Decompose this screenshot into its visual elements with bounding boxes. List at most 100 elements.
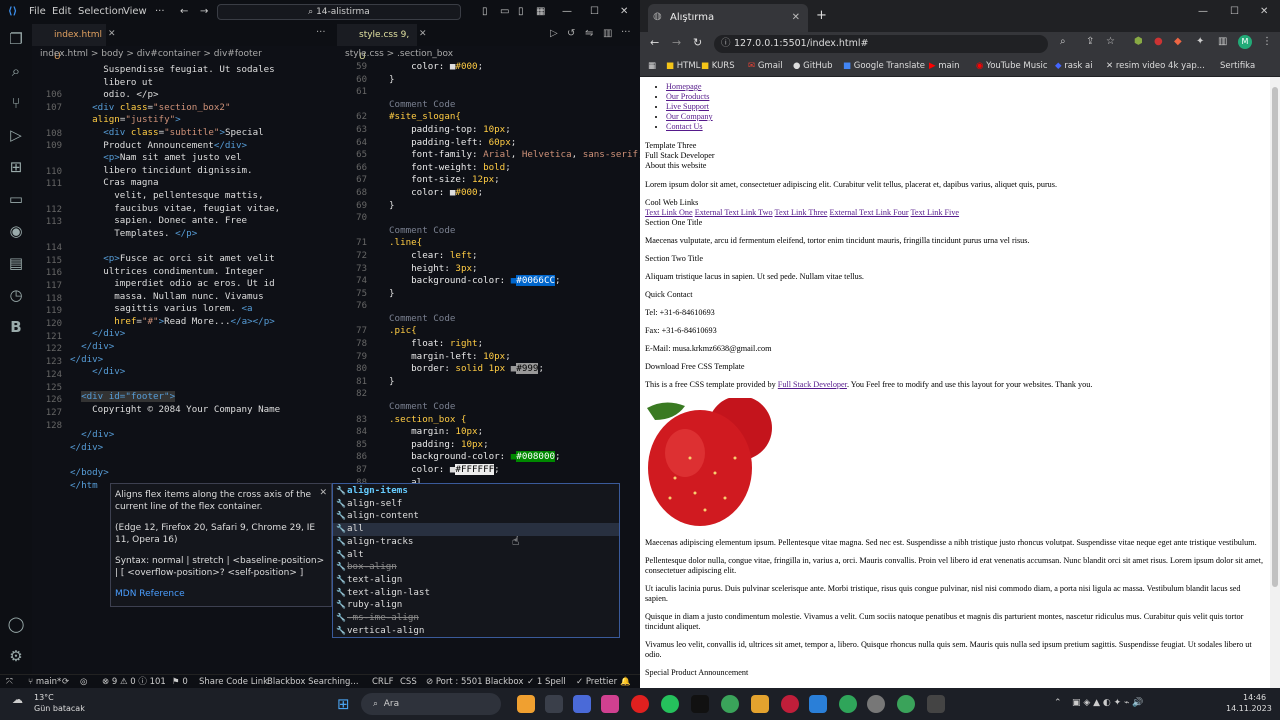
forward-arrow-icon[interactable]: → — [200, 6, 208, 17]
history-icon[interactable]: ↺ — [567, 28, 575, 39]
instagram-icon[interactable] — [601, 695, 619, 713]
weather-text[interactable]: Gün batacak — [34, 704, 85, 713]
blackbox-icon[interactable]: B — [6, 317, 26, 337]
more-actions-icon[interactable]: ··· — [621, 27, 631, 38]
more-menu-icon[interactable]: ··· — [155, 6, 165, 17]
bookmark-item[interactable]: ■ HTML — [666, 56, 700, 77]
bookmark-item[interactable]: ◆ rask ai — [1055, 56, 1093, 77]
explorer-icon[interactable]: ❐ — [6, 29, 26, 49]
new-tab-icon[interactable]: + — [816, 8, 827, 23]
back-icon[interactable]: ← — [650, 36, 659, 49]
browser-minimize-icon[interactable]: — — [1198, 6, 1208, 17]
settings-app-icon[interactable] — [867, 695, 885, 713]
split-editor-icon[interactable]: ▥ — [603, 28, 612, 39]
nav-link-company[interactable]: Our Company — [666, 112, 713, 121]
explorer-app-icon[interactable] — [517, 695, 535, 713]
spell-status[interactable]: ✓ 1 Spell — [527, 675, 566, 688]
maximize-icon[interactable]: ☐ — [590, 6, 599, 17]
toggle-sidebar-icon[interactable]: ▯ — [482, 6, 488, 17]
cool-link[interactable]: External Text Link Four — [830, 208, 909, 217]
page-scrollbar[interactable] — [1270, 77, 1280, 688]
scrollbar-thumb[interactable] — [1272, 87, 1278, 587]
live-server-port[interactable]: ⊘ Port : 5501 — [426, 675, 483, 688]
forward-icon[interactable]: → — [672, 36, 681, 49]
remote-status-icon[interactable]: ⤧ — [6, 675, 13, 688]
start-windows-icon[interactable]: ⊞ — [337, 695, 350, 713]
whatsapp-icon[interactable] — [661, 695, 679, 713]
command-center-search[interactable]: ⌕ 14-alistirma — [217, 4, 461, 20]
problems-status[interactable]: ⊗ 9 ⚠ 0 ⓘ 101 — [102, 675, 166, 688]
bookmark-item[interactable]: ◉ YouTube Music — [976, 56, 1048, 77]
taskview-icon[interactable] — [545, 695, 563, 713]
bookmark-item[interactable]: ✕ resim video 4k yap... — [1106, 56, 1205, 77]
youtube-app-icon[interactable] — [631, 695, 649, 713]
toggle-secondary-icon[interactable]: ▯ — [518, 6, 524, 17]
account-icon[interactable]: ◯ — [6, 614, 26, 634]
suggestion-item[interactable]: 🔧 align-self — [333, 498, 619, 511]
reload-icon[interactable]: ↻ — [693, 36, 702, 49]
search-icon[interactable]: ⌕ — [6, 61, 26, 81]
menu-view[interactable]: View — [123, 6, 147, 17]
clock-date[interactable]: 14.11.2023 — [1226, 704, 1272, 713]
menu-file[interactable]: File — [29, 6, 46, 17]
suggestion-item[interactable]: 🔧 box-align — [333, 561, 619, 574]
browser-tab[interactable]: Alıştırma ✕ — [648, 4, 808, 32]
git-branch[interactable]: ⑂ main* — [28, 675, 61, 688]
html-code[interactable]: Suspendisse feugiat. Ut sodales libero u… — [70, 64, 280, 492]
extensions-puzzle-icon[interactable]: ✦ — [1196, 36, 1204, 47]
close-details-icon[interactable]: ✕ — [319, 487, 327, 499]
tray-icons[interactable]: ▣ ◈ ▲ ◐ ✦ ⌁ 🔊 — [1072, 698, 1144, 708]
run-debug-icon[interactable]: ▷ — [6, 125, 26, 145]
opera-icon[interactable] — [781, 695, 799, 713]
suggestion-item[interactable]: 🔧 alt — [333, 549, 619, 562]
folder-icon[interactable]: ▤ — [6, 253, 26, 273]
bookmark-item[interactable]: ■ Google Translate — [843, 56, 925, 77]
toggle-panel-icon[interactable]: ▭ — [500, 6, 509, 17]
extension-icon[interactable]: ⬢ — [1134, 36, 1143, 47]
layout-icon[interactable]: ▦ — [536, 6, 545, 17]
nav-link-support[interactable]: Live Support — [666, 102, 709, 111]
close-tab-icon[interactable]: ✕ — [419, 29, 427, 39]
nav-link-products[interactable]: Our Products — [666, 92, 709, 101]
suggestion-item[interactable]: 🔧 all — [333, 523, 619, 536]
mdn-reference-link[interactable]: MDN Reference — [115, 588, 327, 600]
cool-link[interactable]: Text Link Five — [911, 208, 960, 217]
blackbox-status[interactable]: Blackbox — [485, 675, 523, 688]
chrome-icon[interactable] — [721, 695, 739, 713]
tab-index-html[interactable]: index.html U — [32, 24, 106, 62]
breadcrumb[interactable]: style.css > .section_box — [337, 46, 640, 62]
cool-link[interactable]: External Text Link Two — [695, 208, 773, 217]
weather-temp[interactable]: 13°C — [34, 693, 54, 702]
close-tab-icon[interactable]: ✕ — [108, 29, 116, 39]
nav-link-homepage[interactable]: Homepage — [666, 82, 701, 91]
files-icon[interactable] — [751, 695, 769, 713]
settings-gear-icon[interactable]: ⚙ — [6, 646, 26, 666]
compare-icon[interactable]: ⇋ — [585, 28, 593, 39]
live-share-icon[interactable]: ◉ — [6, 221, 26, 241]
extension-icon[interactable]: ◆ — [1174, 36, 1182, 47]
breadcrumb[interactable]: index.html > body > div#container > div#… — [32, 46, 337, 62]
sync-icon[interactable]: ⟳ — [62, 675, 69, 688]
suggestion-item[interactable]: 🔧 ruby-align — [333, 599, 619, 612]
suggestion-item[interactable]: 🔧 align-items — [333, 485, 619, 498]
apps-icon[interactable]: ▦ — [648, 56, 656, 77]
taskbar-search[interactable]: ⌕ Ara — [361, 693, 501, 715]
suggestion-item[interactable]: 🔧 align-tracks — [333, 536, 619, 549]
css-code[interactable]: color: ■#000; } Comment Code #site_sloga… — [389, 61, 640, 489]
share-code-link[interactable]: Share Code Link — [199, 675, 268, 688]
tiktok-icon[interactable] — [691, 695, 709, 713]
line-ending[interactable]: CRLF — [372, 675, 393, 688]
bookmark-item[interactable]: ▶ main — [929, 56, 960, 77]
back-arrow-icon[interactable]: ← — [180, 6, 188, 17]
close-window-icon[interactable]: ✕ — [620, 6, 628, 17]
remote-icon[interactable]: ▭ — [6, 189, 26, 209]
extension-icon[interactable]: ● — [1154, 36, 1163, 47]
share-icon[interactable]: ⇪ — [1086, 36, 1094, 47]
app-icon[interactable] — [927, 695, 945, 713]
account-status-icon[interactable]: ◎ — [80, 675, 87, 688]
suggestion-item[interactable]: 🔧 align-content — [333, 510, 619, 523]
bookmark-item[interactable]: ■ KURS — [701, 56, 735, 77]
tab-style-css[interactable]: style.css 9, U — [337, 24, 417, 62]
suggestion-item[interactable]: 🔧 -ms-ime-align — [333, 612, 619, 625]
menu-selection[interactable]: Selection — [78, 6, 124, 17]
